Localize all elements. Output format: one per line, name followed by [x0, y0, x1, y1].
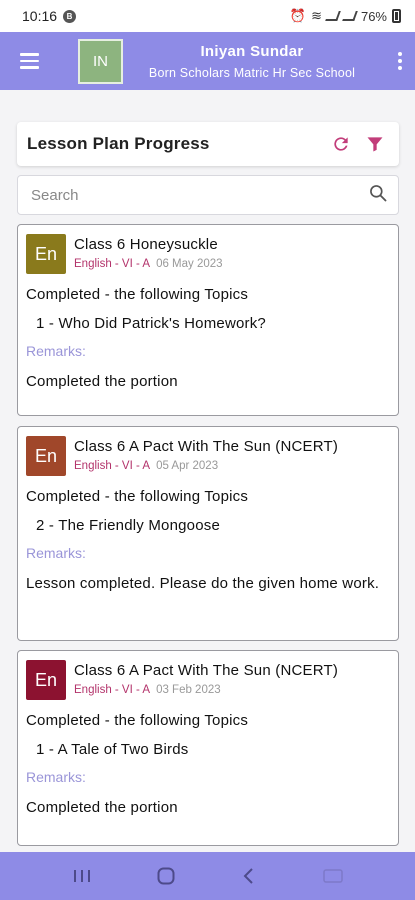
status-text: Completed - the following Topics — [26, 286, 249, 303]
subject-badge: En — [26, 660, 66, 700]
lesson-date: 05 Apr 2023 — [156, 460, 219, 472]
subject-badge: En — [26, 436, 66, 476]
lesson-date: 06 May 2023 — [156, 258, 223, 270]
subject-badge: En — [26, 234, 66, 274]
search-icon[interactable] — [368, 183, 388, 208]
avatar[interactable]: IN — [78, 38, 123, 84]
search-input[interactable] — [31, 186, 368, 204]
lesson-title: Class 6 A Pact With The Sun (NCERT) — [74, 662, 339, 679]
school-name: Born Scholars Matric Hr Sec School — [148, 65, 356, 80]
more-options-icon[interactable] — [385, 32, 415, 90]
keyboard-icon[interactable] — [313, 856, 353, 896]
battery-icon — [392, 9, 401, 23]
remarks-text: Completed the portion — [26, 373, 178, 390]
user-info: Iniyan Sundar Born Scholars Matric Hr Se… — [123, 43, 385, 80]
signal-icon-2 — [342, 11, 358, 21]
lesson-date: 03 Feb 2023 — [156, 684, 221, 696]
filter-icon[interactable] — [361, 130, 389, 158]
remarks-label: Remarks: — [26, 545, 86, 561]
lesson-card[interactable]: En Class 6 A Pact With The Sun (NCERT) E… — [17, 650, 399, 846]
topic-item: 2 - The Friendly Mongoose — [36, 517, 220, 534]
status-text: Completed - the following Topics — [26, 712, 249, 729]
battery-percent: 76% — [360, 8, 387, 24]
remarks-label: Remarks: — [26, 769, 86, 785]
wifi-icon: ≋ — [311, 8, 322, 23]
system-nav-bar — [0, 852, 415, 900]
page-title: Lesson Plan Progress — [27, 134, 210, 153]
search-bar — [17, 175, 399, 215]
user-name: Iniyan Sundar — [200, 42, 304, 60]
lesson-title: Class 6 A Pact With The Sun (NCERT) — [74, 438, 339, 455]
page-header: Lesson Plan Progress — [17, 122, 399, 166]
remarks-label: Remarks: — [26, 343, 86, 359]
class-label: English - VI - A — [74, 460, 151, 472]
home-icon[interactable] — [146, 856, 186, 896]
recent-apps-icon[interactable] — [62, 856, 102, 896]
class-label: English - VI - A — [74, 684, 151, 696]
alarm-icon: ⏰ — [289, 8, 307, 23]
lesson-card[interactable]: En Class 6 A Pact With The Sun (NCERT) E… — [17, 426, 399, 641]
back-icon[interactable] — [229, 856, 269, 896]
topic-item: 1 - Who Did Patrick's Homework? — [36, 315, 266, 332]
lesson-card[interactable]: En Class 6 Honeysuckle English - VI - A 0… — [17, 224, 399, 416]
remarks-text: Lesson completed. Please do the given ho… — [26, 575, 380, 592]
signal-icon — [325, 11, 341, 21]
status-text: Completed - the following Topics — [26, 488, 249, 505]
class-label: English - VI - A — [74, 258, 151, 270]
lesson-title: Class 6 Honeysuckle — [74, 236, 218, 253]
notification-badge-icon: B — [63, 9, 77, 23]
refresh-icon[interactable] — [327, 130, 355, 158]
status-time: 10:16 — [22, 8, 58, 24]
remarks-text: Completed the portion — [26, 799, 178, 816]
menu-icon[interactable] — [0, 32, 58, 90]
status-bar: 10:16 B ⏰ ≋ 76% — [0, 0, 415, 32]
topic-item: 1 - A Tale of Two Birds — [36, 741, 189, 758]
app-bar: IN Iniyan Sundar Born Scholars Matric Hr… — [0, 32, 415, 90]
